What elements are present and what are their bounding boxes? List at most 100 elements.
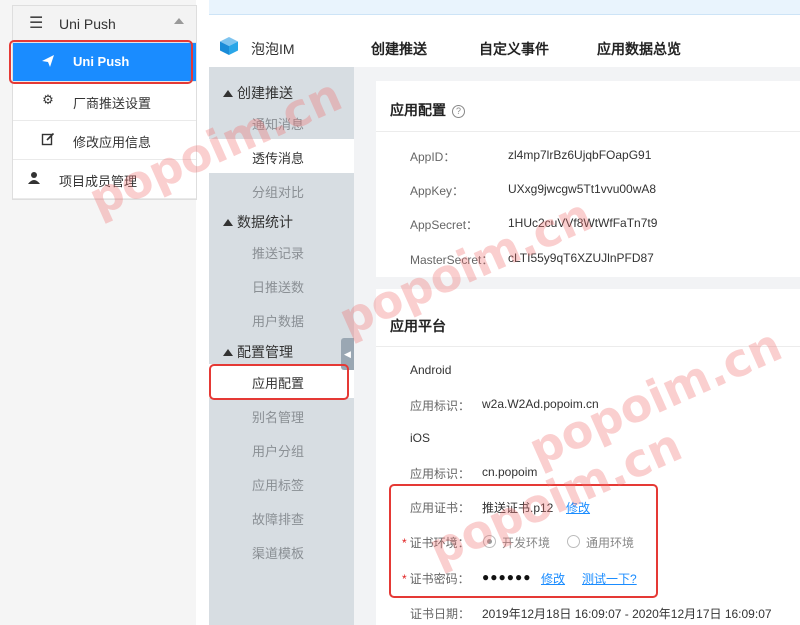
subnav-item-label: 应用配置	[252, 376, 305, 391]
caret-up-icon	[223, 349, 233, 356]
edit-icon	[41, 132, 55, 146]
user-icon	[27, 171, 41, 185]
subnav-item-notify-message[interactable]: 通知消息	[209, 105, 354, 139]
sidebar-header-label: Uni Push	[59, 16, 116, 32]
subnav-item-app-config[interactable]: 应用配置	[209, 364, 354, 398]
pwd-modify-link[interactable]: 修改	[541, 570, 565, 587]
sidebar-item-members[interactable]: 项目成员管理	[13, 160, 196, 199]
android-id-value: w2a.W2Ad.popoim.cn	[482, 397, 599, 411]
subnav-item-label: 渠道模板	[252, 546, 305, 561]
subnav-item-label: 通知消息	[252, 117, 305, 132]
panel-title-text: 应用配置	[390, 102, 446, 118]
subnav-item-label: 分组对比	[252, 185, 305, 200]
subnav-group-create-push[interactable]: 创建推送	[223, 83, 293, 103]
android-id-label: 应用标识：	[410, 399, 471, 413]
env-label-text: 证书环境：	[409, 536, 470, 550]
subnav-item-label: 用户数据	[252, 314, 305, 329]
sidebar-item-label: Uni Push	[73, 54, 130, 69]
sidebar-item-vendor-push[interactable]: ⚙ 厂商推送设置	[13, 82, 196, 121]
subnav-group-title: 创建推送	[237, 85, 293, 101]
app-header: 泡泡IM 创建推送 自定义事件 应用数据总览	[209, 15, 800, 67]
platform-android: Android	[410, 363, 452, 377]
platform-ios: iOS	[410, 431, 431, 445]
subnav-item-troubleshoot[interactable]: 故障排查	[209, 500, 354, 534]
subnav-item-app-tags[interactable]: 应用标签	[209, 466, 354, 500]
subnav-group-title: 数据统计	[237, 214, 293, 230]
caret-up-icon	[223, 90, 233, 97]
cert-date-value: 2019年12月18日 16:09:07 - 2020年12月17日 16:09…	[482, 607, 772, 621]
caret-up-icon	[223, 219, 233, 226]
app-config-panel: 应用配置? AppID： zl4mp7lrBz6UjqbFOapG91 AppK…	[376, 81, 800, 277]
main-content: 应用配置? AppID： zl4mp7lrBz6UjqbFOapG91 AppK…	[354, 67, 800, 625]
appid-value: zl4mp7lrBz6UjqbFOapG91	[508, 148, 652, 162]
cert-value: 推送证书.p12	[482, 501, 554, 515]
subnav-item-user-data[interactable]: 用户数据	[209, 302, 354, 336]
sidebar-item-edit-app[interactable]: 修改应用信息	[13, 121, 196, 160]
pwd-test-link[interactable]: 测试一下?	[582, 570, 637, 587]
subnav-item-label: 别名管理	[252, 410, 305, 425]
cert-date-label: 证书日期：	[410, 607, 471, 621]
subnav-item-label: 透传消息	[252, 151, 305, 166]
sidebar-item-label: 项目成员管理	[59, 174, 138, 189]
subnav-group-config[interactable]: 配置管理	[223, 342, 293, 362]
appid-label: AppID：	[410, 150, 456, 164]
help-icon[interactable]: ?	[452, 105, 465, 118]
app-platform-panel: 应用平台 Android 应用标识： w2a.W2Ad.popoim.cn iO…	[376, 289, 800, 625]
appkey-value: UXxg9jwcgw5Tt1vvu00wA8	[508, 182, 657, 196]
paper-plane-icon	[41, 54, 55, 68]
subnav-item-push-records[interactable]: 推送记录	[209, 234, 354, 268]
tab-create-push[interactable]: 创建推送	[371, 39, 427, 59]
cert-modify-link[interactable]: 修改	[566, 499, 590, 516]
sidebar-item-uni-push[interactable]: Uni Push	[13, 43, 196, 82]
sidebar-nav: ☰ Uni Push Uni Push ⚙ 厂商推送设置 修改应用信息 项目成员…	[12, 5, 197, 200]
app-cube-icon	[219, 36, 239, 56]
menu-icon: ☰	[29, 15, 44, 32]
panel-divider	[376, 346, 800, 347]
ios-id-label: 应用标识：	[410, 467, 471, 481]
env-radio-universal[interactable]	[567, 535, 580, 548]
app-name: 泡泡IM	[251, 41, 295, 57]
pwd-label-text: 证书密码：	[409, 572, 470, 586]
appkey-label: AppKey：	[410, 184, 465, 198]
subnav-item-channel-template[interactable]: 渠道模板	[209, 534, 354, 568]
env-radio-dev[interactable]	[483, 535, 496, 548]
subnav-group-title: 配置管理	[237, 344, 293, 360]
sidebar-item-label: 修改应用信息	[73, 135, 152, 150]
left-sidebar: ☰ Uni Push Uni Push ⚙ 厂商推送设置 修改应用信息 项目成员…	[0, 0, 197, 625]
mastersecret-value: cLTI55y9qT6XZUJlnPFD87	[508, 251, 654, 265]
required-mark: *	[402, 536, 407, 550]
mastersecret-label: MasterSecret：	[410, 253, 494, 267]
env-radio-dev-label[interactable]: 开发环境	[502, 534, 550, 551]
tab-custom-events[interactable]: 自定义事件	[479, 39, 549, 59]
subnav-item-label: 应用标签	[252, 478, 305, 493]
panel-title-app-config: 应用配置?	[390, 100, 465, 120]
subnav-item-user-groups[interactable]: 用户分组	[209, 432, 354, 466]
panel-title-platform: 应用平台	[390, 318, 446, 334]
sidebar-item-label: 厂商推送设置	[73, 96, 152, 111]
required-mark: *	[402, 572, 407, 586]
subnav-item-passthrough-message[interactable]: 透传消息	[209, 139, 354, 173]
subnav-item-group-compare[interactable]: 分组对比	[209, 173, 354, 207]
collapse-handle[interactable]: ◀	[341, 338, 354, 370]
subnav-item-alias[interactable]: 别名管理	[209, 398, 354, 432]
pwd-label: * 证书密码：	[402, 570, 470, 587]
cert-label: 应用证书：	[410, 501, 471, 515]
panel-divider	[376, 131, 800, 132]
subnav-item-label: 推送记录	[252, 246, 305, 261]
subnav-group-statistics[interactable]: 数据统计	[223, 212, 293, 232]
sidebar-header[interactable]: ☰ Uni Push	[13, 6, 196, 43]
env-radio-universal-label[interactable]: 通用环境	[586, 534, 634, 551]
sub-navigation: 创建推送 通知消息 透传消息 分组对比 数据统计 推送记录 日推送数 用户数据 …	[209, 67, 354, 625]
subnav-item-label: 日推送数	[252, 280, 305, 295]
subnav-item-label: 用户分组	[252, 444, 305, 459]
ios-id-value: cn.popoim	[482, 465, 538, 479]
tab-app-data-overview[interactable]: 应用数据总览	[597, 39, 681, 59]
top-notice-strip	[209, 0, 800, 15]
chevron-left-icon: ◀	[344, 349, 351, 359]
chevron-up-icon[interactable]	[174, 18, 184, 24]
gear-icon: ⚙	[42, 92, 54, 107]
env-label: * 证书环境：	[402, 534, 470, 551]
appsecret-value: 1HUc2cuVVf8WtWfFaTn7t9	[508, 216, 658, 230]
cert-password-value: ●●●●●●	[482, 570, 532, 584]
subnav-item-daily-push[interactable]: 日推送数	[209, 268, 354, 302]
